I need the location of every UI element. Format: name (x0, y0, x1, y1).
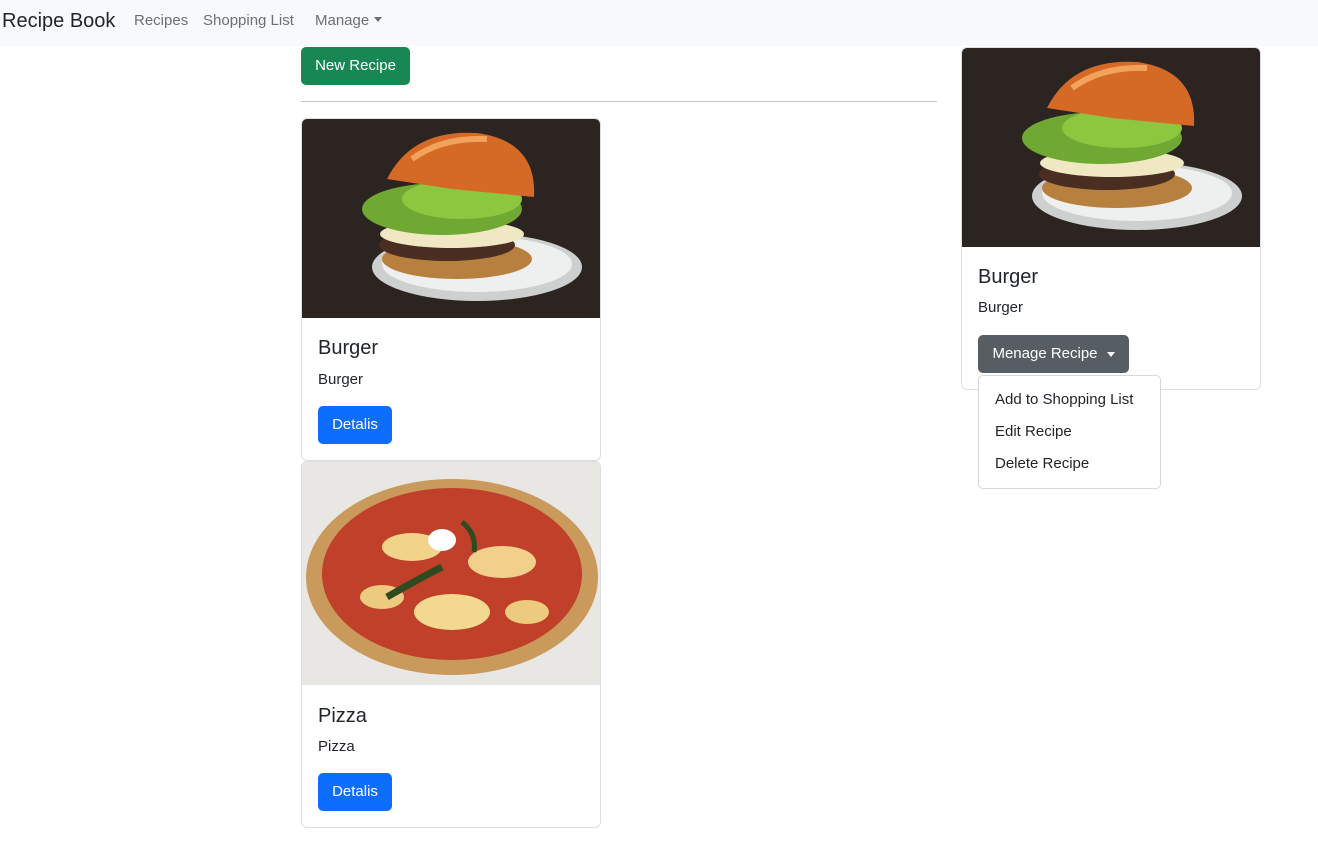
manage-recipe-button[interactable]: Menage Recipe (978, 335, 1129, 373)
recipe-description: Pizza (318, 738, 355, 755)
details-button[interactable]: Detalis (318, 773, 392, 811)
caret-down-icon (374, 17, 383, 22)
divider (301, 101, 937, 102)
new-recipe-button[interactable]: New Recipe (301, 47, 410, 85)
recipe-book-app: Recipe Book Recipes Shopping List Manage… (0, 0, 1318, 851)
brand-link[interactable]: Recipe Book (2, 9, 115, 33)
detail-title: Burger (978, 266, 1039, 288)
pizza-image (302, 462, 600, 685)
burger-image (302, 119, 600, 318)
nav-manage-dropdown[interactable]: Manage (315, 12, 383, 30)
nav-recipes-link[interactable]: Recipes (134, 12, 188, 30)
recipe-description: Burger (318, 371, 364, 388)
burger-image (962, 48, 1260, 247)
recipe-card-burger: Burger Burger Detalis (301, 118, 601, 461)
details-button[interactable]: Detalis (318, 406, 392, 444)
manage-recipe-menu: Add to Shopping List Edit Recipe Delete … (978, 375, 1161, 489)
detail-description: Burger (978, 299, 1024, 316)
top-navbar: Recipe Book Recipes Shopping List Manage (0, 0, 1318, 46)
nav-shopping-list-link[interactable]: Shopping List (203, 12, 294, 30)
menu-item-add-to-shopping-list[interactable]: Add to Shopping List (979, 384, 1160, 416)
manage-recipe-label: Menage Recipe (992, 345, 1098, 362)
recipe-title: Burger (318, 337, 379, 359)
caret-down-icon (1106, 351, 1115, 357)
nav-manage-label: Manage (315, 12, 370, 29)
recipe-title: Pizza (318, 705, 367, 727)
recipe-card-pizza: Pizza Pizza Detalis (301, 461, 601, 828)
menu-item-edit-recipe[interactable]: Edit Recipe (979, 416, 1160, 448)
menu-item-delete-recipe[interactable]: Delete Recipe (979, 448, 1160, 480)
